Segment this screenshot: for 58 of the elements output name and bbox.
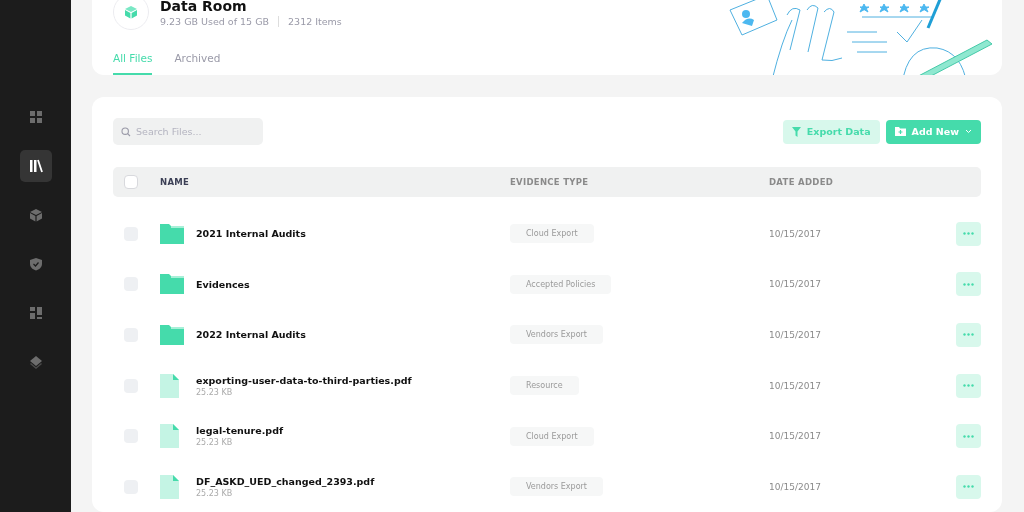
folder-icon: [160, 274, 184, 295]
column-header: EVIDENCE TYPE: [510, 177, 590, 188]
folder-icon: [160, 223, 184, 244]
more-icon: [963, 282, 974, 286]
storage-usage: 9.23 GB Used of 15 GB: [160, 15, 270, 27]
date-added: 10/15/2017: [769, 431, 822, 442]
select-all-checkbox[interactable]: [124, 175, 138, 190]
date-added: 10/15/2017: [769, 279, 822, 290]
file-name[interactable]: exporting-user-data-to-third-parties.pdf: [196, 374, 510, 386]
file-icon: [160, 474, 179, 499]
file-name[interactable]: Evidences: [196, 278, 510, 290]
grid-icon: [28, 110, 43, 124]
column-header: DATE ADDED: [769, 177, 835, 188]
file-icon: [160, 373, 179, 398]
folder-icon: [160, 324, 184, 345]
more-icon: [963, 485, 974, 489]
more-button[interactable]: [956, 474, 981, 499]
more-button[interactable]: [956, 221, 981, 246]
evidence-type-tag: Resource: [510, 376, 579, 395]
file-icon: [160, 424, 179, 449]
more-button[interactable]: [956, 272, 981, 297]
evidence-type-tag: Vendors Export: [510, 477, 603, 497]
search-icon: [121, 126, 131, 137]
more-button[interactable]: [956, 373, 981, 398]
more-button[interactable]: [956, 424, 981, 449]
shield-icon: [28, 257, 43, 271]
layers-icon: [28, 355, 43, 369]
more-icon: [963, 384, 974, 387]
evidence-type-tag: Cloud Export: [510, 426, 594, 446]
evidence-type-tag: Vendors Export: [510, 325, 603, 345]
caret-icon: [965, 129, 972, 135]
page-title: Data Room: [160, 0, 248, 14]
more-button[interactable]: [956, 322, 981, 347]
date-added: 10/15/2017: [769, 228, 822, 239]
file-size: 25.23 KB: [196, 488, 234, 498]
date-added: 10/15/2017: [769, 481, 822, 492]
dashboard-icon: [28, 306, 43, 320]
more-icon: [963, 434, 974, 438]
filter-icon: [791, 126, 801, 137]
file-name[interactable]: 2022 Internal Audits: [196, 329, 510, 341]
item-count: 2312 Items: [288, 15, 342, 27]
date-added: 10/15/2017: [769, 380, 822, 391]
more-icon: [963, 232, 974, 236]
sidebar-item[interactable]: [19, 150, 52, 182]
file-name[interactable]: legal-tenure.pdf: [196, 425, 510, 437]
evidence-type-tag: Cloud Export: [510, 224, 594, 244]
date-added: 10/15/2017: [769, 329, 822, 340]
file-size: 25.23 KB: [196, 387, 234, 397]
file-name[interactable]: DF_ASKD_UED_changed_2393.pdf: [196, 475, 510, 487]
search-field[interactable]: Search Files...: [113, 118, 263, 146]
folder-plus-icon: [894, 127, 906, 137]
file-name[interactable]: 2021 Internal Audits: [196, 228, 510, 240]
column-header: NAME: [160, 177, 191, 188]
more-icon: [963, 333, 974, 337]
cube-icon: [28, 208, 43, 222]
file-size: 25.23 KB: [196, 438, 234, 448]
library-icon: [28, 159, 43, 173]
evidence-type-tag: Accepted Policies: [510, 274, 612, 294]
